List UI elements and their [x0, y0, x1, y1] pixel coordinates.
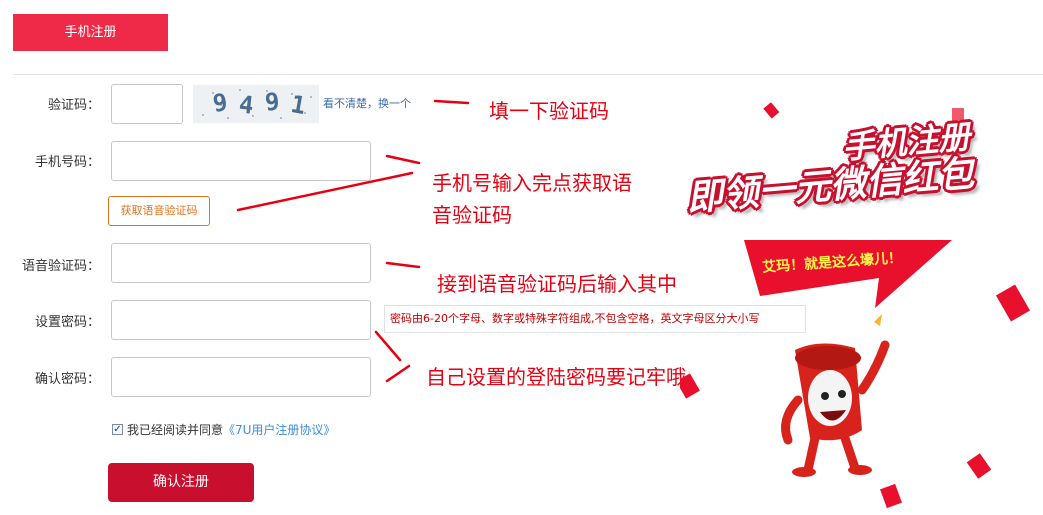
annotation-password: 自己设置的登陆密码要记牢哦 — [426, 365, 686, 389]
red-envelope-icon — [880, 483, 902, 509]
annotation-voice: 接到语音验证码后输入其中 — [437, 272, 677, 296]
red-envelope-icon — [680, 373, 700, 399]
red-envelope-icon — [763, 102, 780, 119]
red-envelope-icon — [995, 284, 1031, 322]
annotation-phone-line2: 音验证码 — [432, 203, 512, 227]
annotation-line — [385, 364, 411, 383]
red-envelope-mascot — [781, 314, 890, 477]
annotation-phone-line1: 手机号输入完点获取语 — [432, 171, 632, 195]
annotation-line — [385, 261, 421, 269]
annotation-line — [385, 154, 421, 165]
annotation-line — [236, 171, 414, 212]
red-envelope-icon — [966, 453, 992, 479]
annotation-line — [433, 99, 470, 105]
annotation-line — [374, 330, 402, 362]
annotation-captcha: 填一下验证码 — [489, 99, 609, 123]
